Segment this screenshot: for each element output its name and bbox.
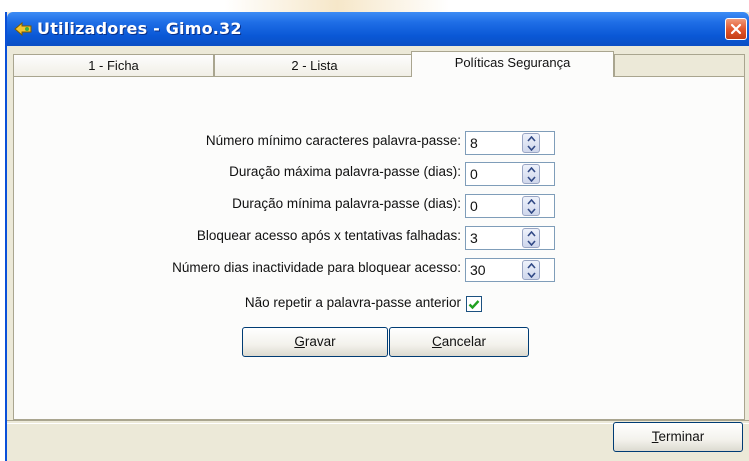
tab-label: Políticas Segurança xyxy=(454,55,571,70)
tab-label: 1 - Ficha xyxy=(88,58,139,73)
finish-button[interactable]: Terminar xyxy=(613,422,743,452)
max-duration-row: Duração máxima palavra-passe (dias): xyxy=(14,161,461,185)
spin-buttons[interactable] xyxy=(522,228,540,248)
title-bar[interactable]: Utilizadores - Gimo.32 xyxy=(7,12,749,46)
min-duration-label: Duração mínima palavra-passe (dias): xyxy=(232,196,461,211)
save-button[interactable]: Gravar xyxy=(242,327,388,357)
spin-down-icon[interactable] xyxy=(523,174,539,183)
spin-buttons[interactable] xyxy=(522,260,540,280)
max-duration-label: Duração máxima palavra-passe (dias): xyxy=(229,164,461,179)
spin-buttons[interactable] xyxy=(522,164,540,184)
inactivity-days-input[interactable] xyxy=(466,259,528,281)
inactivity-days-label: Número dias inactividade para bloquear a… xyxy=(172,260,461,275)
security-policies-panel: Número mínimo caracteres palavra-passe: … xyxy=(13,76,745,420)
spin-up-icon[interactable] xyxy=(523,165,539,174)
inactivity-days-row: Número dias inactividade para bloquear a… xyxy=(14,257,461,281)
spin-down-icon[interactable] xyxy=(523,238,539,247)
min-chars-label: Número mínimo caracteres palavra-passe: xyxy=(205,133,461,148)
failed-attempts-spinner[interactable] xyxy=(465,226,555,250)
spin-buttons[interactable] xyxy=(522,133,540,153)
spin-up-icon[interactable] xyxy=(523,134,539,143)
save-label-rest: ravar xyxy=(304,334,336,349)
cancel-mnemonic: C xyxy=(431,334,442,349)
no-repeat-label: Não repetir a palavra-passe anterior xyxy=(244,295,461,310)
close-button[interactable] xyxy=(725,18,747,40)
cancel-button[interactable]: Cancelar xyxy=(389,327,529,357)
no-repeat-checkbox[interactable] xyxy=(466,296,482,312)
spin-down-icon[interactable] xyxy=(523,143,539,152)
no-repeat-row: Não repetir a palavra-passe anterior xyxy=(14,292,461,316)
tab-strip-filler xyxy=(614,54,745,76)
checkmark-icon xyxy=(468,299,480,309)
app-icon xyxy=(13,20,33,38)
spin-down-icon[interactable] xyxy=(523,270,539,279)
save-mnemonic: G xyxy=(294,334,305,349)
min-duration-input[interactable] xyxy=(466,195,528,217)
spin-buttons[interactable] xyxy=(522,196,540,216)
tab-lista[interactable]: 2 - Lista xyxy=(214,54,415,76)
tab-label: 2 - Lista xyxy=(291,58,338,73)
min-chars-spinner[interactable] xyxy=(465,131,555,155)
min-duration-spinner[interactable] xyxy=(465,194,555,218)
spin-up-icon[interactable] xyxy=(523,261,539,270)
max-duration-input[interactable] xyxy=(466,163,528,185)
min-chars-row: Número mínimo caracteres palavra-passe: xyxy=(14,130,461,154)
inactivity-days-spinner[interactable] xyxy=(465,258,555,282)
tab-politicas-seguranca[interactable]: Políticas Segurança xyxy=(411,51,614,77)
finish-label-rest: erminar xyxy=(658,429,705,444)
failed-attempts-label: Bloquear acesso após x tentativas falhad… xyxy=(196,228,461,243)
spin-up-icon[interactable] xyxy=(523,229,539,238)
min-duration-row: Duração mínima palavra-passe (dias): xyxy=(14,193,461,217)
max-duration-spinner[interactable] xyxy=(465,162,555,186)
failed-attempts-row: Bloquear acesso após x tentativas falhad… xyxy=(14,225,461,249)
min-chars-input[interactable] xyxy=(466,132,528,154)
tab-ficha[interactable]: 1 - Ficha xyxy=(13,54,214,76)
spin-up-icon[interactable] xyxy=(523,197,539,206)
dialog-window: Utilizadores - Gimo.32 1 - Ficha 2 - Lis… xyxy=(5,12,749,461)
close-icon xyxy=(730,23,742,35)
spin-down-icon[interactable] xyxy=(523,206,539,215)
window-title: Utilizadores - Gimo.32 xyxy=(37,19,242,38)
cancel-label-rest: ancelar xyxy=(441,334,487,349)
failed-attempts-input[interactable] xyxy=(466,227,528,249)
